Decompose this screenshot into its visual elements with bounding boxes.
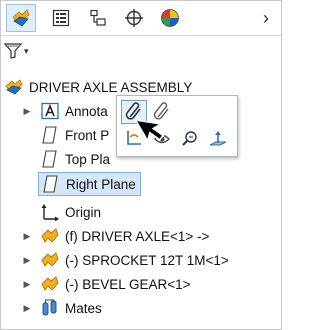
tab-dimxpert-manager[interactable] [119, 4, 149, 32]
property-manager-icon [52, 9, 70, 27]
display-manager-icon [161, 9, 179, 27]
feature-manager-icon [12, 9, 30, 27]
tree-item-front-plane[interactable]: Front P [40, 124, 109, 146]
zoom-to-selection-button[interactable] [177, 127, 203, 151]
tree-item-label: Top Pla [65, 151, 111, 167]
part-icon [40, 275, 60, 293]
tab-display-manager[interactable] [155, 4, 185, 32]
tree-item-label: Right Plane [66, 176, 136, 192]
chevron-down-icon: ▾ [24, 45, 29, 56]
configuration-manager-icon [90, 9, 106, 26]
chevron-right-icon[interactable]: › [257, 7, 275, 29]
expand-arrow-icon[interactable]: ▶ [20, 231, 34, 242]
zoom-to-selection-icon [182, 131, 197, 146]
tree-item-label: (f) DRIVER AXLE<1> -> [65, 228, 210, 244]
tree-item-origin[interactable]: Origin [40, 201, 101, 223]
origin-icon [40, 203, 60, 221]
tree-item-sprocket[interactable]: ▶ (-) SPROCKET 12T 1M<1> [20, 249, 229, 271]
assembly-icon [4, 78, 24, 96]
manager-tab-strip: › [1, 1, 281, 36]
tree-item-driver-axle[interactable]: ▶ (f) DRIVER AXLE<1> -> [20, 225, 209, 247]
tree-item-label: Mates [65, 300, 102, 316]
tree-item-label: Front P [65, 127, 110, 143]
tree-item-label: Annota [65, 103, 108, 119]
expand-arrow-icon[interactable]: ▶ [20, 255, 34, 266]
expand-arrow-icon[interactable]: ▶ [20, 303, 34, 314]
normal-to-icon [209, 131, 227, 146]
normal-to-button[interactable] [205, 127, 231, 151]
tree-item-bevel-gear[interactable]: ▶ (-) BEVEL GEAR<1> [20, 273, 191, 295]
mates-icon [40, 299, 60, 317]
plane-icon [40, 126, 60, 144]
tree-item-label: (-) SPROCKET 12T 1M<1> [65, 252, 229, 268]
plane-icon [40, 150, 60, 168]
tab-property-manager[interactable] [46, 4, 76, 32]
tree-item-annotations[interactable]: ▶ Annota [20, 100, 108, 122]
annotations-icon [40, 102, 60, 120]
expand-arrow-icon[interactable]: ▶ [20, 279, 34, 290]
part-icon [40, 227, 60, 245]
tree-item-top-plane[interactable]: Top Pla [40, 148, 110, 170]
tree-item-mates[interactable]: ▶ Mates [20, 297, 102, 319]
plane-icon [41, 175, 61, 193]
tree-item-label: Origin [65, 204, 102, 220]
tree-item-label: (-) BEVEL GEAR<1> [65, 276, 191, 292]
filter-icon [4, 43, 22, 59]
mouse-cursor-icon [134, 119, 165, 143]
tab-feature-manager[interactable] [6, 4, 36, 32]
part-icon [40, 251, 60, 269]
tree-item-right-plane[interactable]: Right Plane [38, 172, 141, 196]
filter-button[interactable]: ▾ [4, 39, 38, 63]
dimxpert-manager-icon [125, 9, 143, 27]
tab-configuration-manager[interactable] [83, 4, 113, 32]
tree-root-label: DRIVER AXLE ASSEMBLY [29, 79, 193, 95]
expand-arrow-icon[interactable]: ▶ [20, 106, 34, 117]
